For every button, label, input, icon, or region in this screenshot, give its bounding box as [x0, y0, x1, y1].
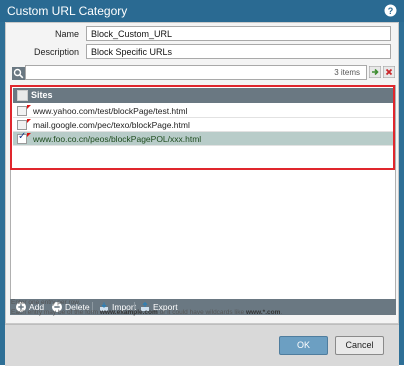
- title-bar: Custom URL Category ?: [0, 0, 404, 22]
- apply-filter-icon[interactable]: [369, 66, 381, 78]
- site-url: www.yahoo.com/test/blockPage/test.html: [33, 106, 188, 116]
- name-label: Name: [54, 29, 79, 39]
- clear-filter-icon[interactable]: [383, 66, 395, 78]
- sites-grid: Sites www.yahoo.com/test/blockPage/test.…: [10, 85, 396, 315]
- table-row[interactable]: mail.google.com/pec/texo/blockPage.html: [13, 118, 393, 132]
- search-bar: 3 items: [9, 65, 396, 81]
- cancel-button[interactable]: Cancel: [335, 336, 384, 355]
- svg-text:?: ?: [388, 6, 394, 16]
- select-all-checkbox[interactable]: [17, 90, 28, 101]
- search-input[interactable]: 3 items: [25, 65, 367, 80]
- description-label: Description: [33, 47, 79, 57]
- dialog-body: Name Block_Custom_URL Description Block …: [5, 22, 399, 324]
- items-count: 3 items: [334, 68, 360, 77]
- table-row[interactable]: www.yahoo.com/test/blockPage/test.html: [13, 104, 393, 118]
- row-checkbox-checked[interactable]: ✓: [17, 131, 27, 144]
- dialog-footer: OK Cancel: [5, 324, 399, 366]
- grid-header: Sites: [13, 88, 393, 103]
- sites-column-header[interactable]: Sites: [31, 90, 53, 101]
- help-icon[interactable]: ?: [384, 4, 397, 17]
- name-field[interactable]: Block_Custom_URL: [86, 26, 391, 41]
- dialog-title: Custom URL Category: [7, 4, 128, 18]
- site-url: mail.google.com/pec/texo/blockPage.html: [33, 120, 190, 130]
- description-field[interactable]: Block Specific URLs: [86, 44, 391, 59]
- note-line-1: Enter one entry per row.: [11, 299, 81, 306]
- checkmark-icon: ✓: [18, 131, 27, 142]
- help-notes: Enter one entry per row. Each entry may …: [11, 298, 399, 318]
- row-checkbox[interactable]: [17, 106, 27, 116]
- row-checkbox[interactable]: [17, 120, 27, 130]
- search-icon: [12, 67, 25, 80]
- note-line-2: Each entry may be of the form www.exampl…: [11, 309, 283, 316]
- modified-flag-icon: [27, 133, 31, 137]
- modified-flag-icon: [27, 119, 31, 123]
- table-row-selected[interactable]: ✓ www.foo.co.cn/peos/blockPagePOL/xxx.ht…: [13, 132, 393, 146]
- site-url: www.foo.co.cn/peos/blockPagePOL/xxx.html: [33, 134, 202, 144]
- ok-button[interactable]: OK: [279, 336, 328, 355]
- custom-url-category-dialog: Custom URL Category ? Name Block_Custom_…: [0, 0, 404, 366]
- modified-flag-icon: [27, 105, 31, 109]
